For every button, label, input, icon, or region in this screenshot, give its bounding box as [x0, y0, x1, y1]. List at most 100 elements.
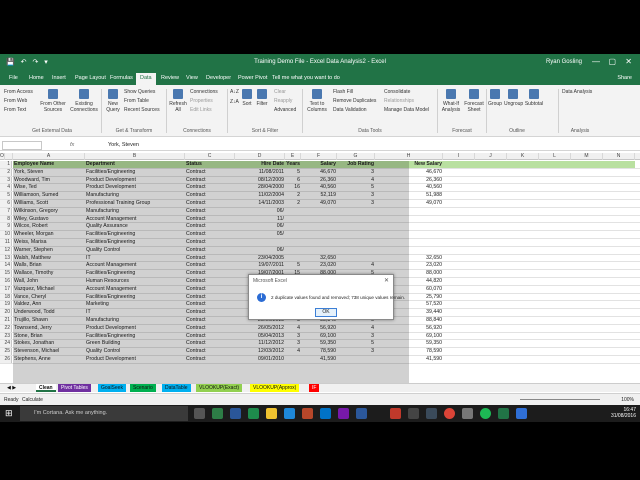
- column-header-d[interactable]: D: [235, 153, 285, 160]
- cell[interactable]: [443, 270, 475, 277]
- cell[interactable]: 4: [337, 177, 375, 184]
- cell[interactable]: [571, 239, 603, 246]
- forecast-sheet-button[interactable]: Forecast Sheet: [464, 89, 484, 113]
- cell[interactable]: Facilities/Engineering: [85, 239, 185, 246]
- name-box[interactable]: [2, 141, 42, 150]
- header-cell[interactable]: New Salary: [375, 161, 443, 168]
- cell[interactable]: [539, 348, 571, 355]
- cell[interactable]: [507, 184, 539, 191]
- cell[interactable]: [539, 247, 571, 254]
- cell[interactable]: [571, 255, 603, 262]
- cell[interactable]: [475, 278, 507, 285]
- cell[interactable]: Wilcox, Robert: [13, 223, 85, 230]
- tab-review[interactable]: Review: [161, 75, 179, 81]
- cell[interactable]: Facilities/Engineering: [85, 231, 185, 238]
- cell[interactable]: 69,100: [301, 333, 337, 340]
- cell[interactable]: [475, 192, 507, 199]
- cell[interactable]: 05/: [235, 231, 285, 238]
- cell[interactable]: [539, 333, 571, 340]
- cell[interactable]: 26,360: [375, 177, 443, 184]
- cell[interactable]: [475, 216, 507, 223]
- cell[interactable]: [337, 247, 375, 254]
- tab-file[interactable]: File: [9, 75, 18, 81]
- cell[interactable]: 4: [285, 348, 301, 355]
- cell[interactable]: Professional Training Group: [85, 200, 185, 207]
- cell[interactable]: Contract: [185, 317, 235, 324]
- cell[interactable]: [475, 340, 507, 347]
- cell[interactable]: 11/: [235, 216, 285, 223]
- cell[interactable]: Contract: [185, 294, 235, 301]
- row-number[interactable]: 26: [0, 356, 12, 363]
- column-header-l[interactable]: L: [539, 153, 571, 160]
- cell[interactable]: [539, 325, 571, 332]
- cell[interactable]: [507, 278, 539, 285]
- cell[interactable]: 56,920: [375, 325, 443, 332]
- cell[interactable]: 23,020: [301, 262, 337, 269]
- cell[interactable]: Contract: [185, 231, 235, 238]
- cell[interactable]: [285, 216, 301, 223]
- cell[interactable]: 3: [337, 169, 375, 176]
- tab-home[interactable]: Home: [29, 75, 44, 81]
- ungroup-button[interactable]: Ungroup: [504, 89, 523, 107]
- cell[interactable]: [337, 255, 375, 262]
- cell[interactable]: [539, 223, 571, 230]
- cell[interactable]: 32,650: [375, 255, 443, 262]
- cell[interactable]: Contract: [185, 247, 235, 254]
- sheet-tab-scenario[interactable]: Scenario: [130, 384, 156, 392]
- cell[interactable]: [475, 177, 507, 184]
- cell[interactable]: [443, 177, 475, 184]
- sheet-tab-if[interactable]: IF: [309, 384, 320, 392]
- cell[interactable]: [507, 200, 539, 207]
- cell[interactable]: [571, 340, 603, 347]
- cell[interactable]: 26/05/2012: [235, 325, 285, 332]
- cell[interactable]: [507, 255, 539, 262]
- cell[interactable]: [443, 208, 475, 215]
- from-web-button[interactable]: From Web: [4, 98, 27, 104]
- zoom-slider[interactable]: [520, 399, 600, 400]
- cell[interactable]: [571, 200, 603, 207]
- store-taskbar-icon[interactable]: [408, 408, 419, 419]
- cell[interactable]: 52,119: [301, 192, 337, 199]
- cell[interactable]: [603, 255, 635, 262]
- column-header-g[interactable]: G: [337, 153, 375, 160]
- cell[interactable]: 12/03/2012: [235, 348, 285, 355]
- cell[interactable]: Wise, Ted: [13, 184, 85, 191]
- cell[interactable]: [475, 255, 507, 262]
- excel-taskbar-icon[interactable]: [212, 408, 223, 419]
- cell[interactable]: [285, 208, 301, 215]
- header-cell[interactable]: Hire Date: [235, 161, 285, 168]
- excel2-taskbar-icon[interactable]: [498, 408, 509, 419]
- column-header-f[interactable]: F: [301, 153, 337, 160]
- cell[interactable]: [539, 356, 571, 363]
- cell[interactable]: Contract: [185, 255, 235, 262]
- cell[interactable]: [475, 223, 507, 230]
- cell[interactable]: IT: [85, 255, 185, 262]
- cell[interactable]: Green Building: [85, 340, 185, 347]
- cell[interactable]: [603, 262, 635, 269]
- cell[interactable]: 23,020: [375, 262, 443, 269]
- cell[interactable]: Contract: [185, 216, 235, 223]
- cell[interactable]: York, Steven: [13, 169, 85, 176]
- cell[interactable]: [475, 301, 507, 308]
- close-icon[interactable]: ✕: [625, 57, 632, 66]
- cell[interactable]: 05/04/2013: [235, 333, 285, 340]
- column-header-n[interactable]: N: [603, 153, 635, 160]
- cell[interactable]: Contract: [185, 278, 235, 285]
- cell[interactable]: [443, 216, 475, 223]
- existing-connections-button[interactable]: Existing Connections: [70, 89, 98, 113]
- cell[interactable]: [571, 161, 603, 168]
- cell[interactable]: [443, 301, 475, 308]
- cell[interactable]: Wheeler, Morgan: [13, 231, 85, 238]
- explorer-taskbar-icon[interactable]: [266, 408, 277, 419]
- sort-az-button[interactable]: A↓Z: [230, 89, 239, 95]
- cell[interactable]: [375, 223, 443, 230]
- row-number[interactable]: 15: [0, 270, 12, 277]
- cell[interactable]: 5: [337, 340, 375, 347]
- header-cell[interactable]: Salary: [301, 161, 337, 168]
- cell[interactable]: 49,070: [301, 200, 337, 207]
- cell[interactable]: Contract: [185, 286, 235, 293]
- cell[interactable]: [443, 184, 475, 191]
- share-button[interactable]: Share: [617, 75, 632, 81]
- cell[interactable]: [603, 333, 635, 340]
- cell[interactable]: [235, 239, 285, 246]
